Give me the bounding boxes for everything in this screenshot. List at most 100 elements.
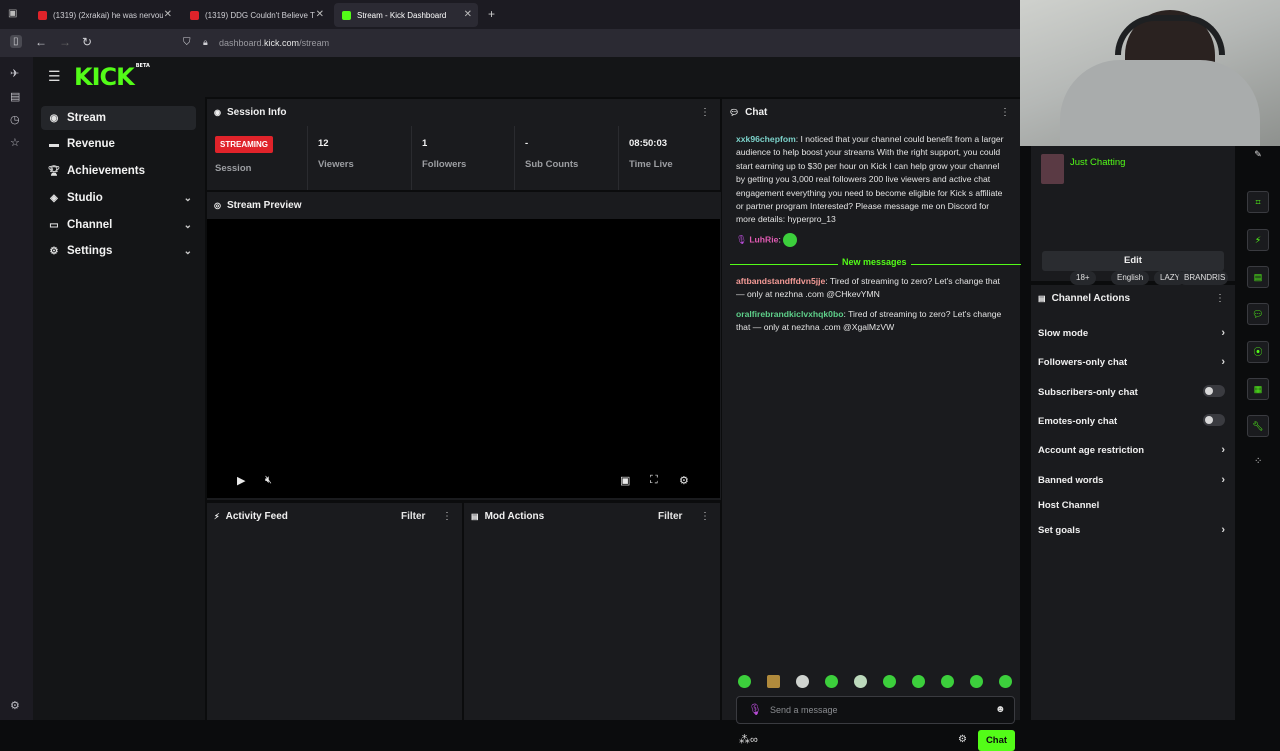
browser-tab-2[interactable]: (1319) DDG Couldn't Believe Th ✕ [182,3,330,27]
panel-title: Chat [745,107,768,118]
browser-tab-1[interactable]: (1319) (2xrakai) he was nervous ✕ [30,3,178,27]
sidebar-item-settings[interactable]: ⚙ Settings ⌄ [41,239,196,263]
mute-icon[interactable]: 🔇︎ [265,474,272,487]
emote-icon[interactable] [767,675,780,688]
youtube-favicon-icon [190,10,199,20]
fullscreen-icon[interactable]: ⛶ [650,474,658,487]
stream-tag[interactable]: English [1111,271,1150,285]
chat-username[interactable]: xxk96chepfom [736,134,796,144]
channel-action-set-goals[interactable]: Set goals › [1038,524,1225,536]
close-tab-icon[interactable]: ✕ [464,9,472,20]
sidebar-item-stream[interactable]: ◉ Stream [41,106,196,130]
category-thumbnail [1041,154,1064,184]
emote-icon[interactable] [738,675,751,688]
close-tab-icon[interactable]: ✕ [164,9,172,20]
chat-badges-icon[interactable]: ⁂∞ [739,733,758,746]
theater-mode-icon[interactable]: ▣ [620,474,630,487]
pencil-icon[interactable]: ✎ [1247,144,1269,166]
stat-label: Session [215,163,252,174]
sidebar-item-studio[interactable]: ◈ Studio ⌄ [41,186,196,210]
more-options-icon[interactable]: ⋮ [1215,293,1225,304]
more-options-icon[interactable]: ⋮ [1000,107,1010,118]
star-icon[interactable]: ☆ [10,136,20,149]
emote-icon[interactable] [825,675,838,688]
sidebar-item-label: Stream [67,112,106,124]
mod-actions-panel: ▤ Mod Actions Filter ⋮ [464,503,720,720]
gear-icon[interactable]: ⚙ [958,734,967,745]
mic-icon[interactable]: 🎙︎ [748,703,762,716]
channel-action-emotes-only: Emotes-only chat [1038,414,1225,427]
sidebar-item-label: Channel [67,219,113,231]
close-tab-icon[interactable]: ✕ [316,9,324,20]
more-options-icon[interactable]: ⋮ [442,511,452,522]
emote-icon[interactable] [796,675,809,688]
filter-button[interactable]: Filter [401,511,425,522]
lightning-icon: ⚡︎ [214,512,220,521]
chevron-right-icon: › [1221,524,1225,536]
apps-icon[interactable]: ⁘ [1254,456,1262,467]
subscribers-only-toggle[interactable] [1203,385,1225,397]
emotes-only-toggle[interactable] [1203,414,1225,426]
category-link[interactable]: Just Chatting [1070,157,1125,168]
chat-username[interactable]: aftbandstandffdvn5jje [736,276,825,286]
more-options-icon[interactable]: ⋮ [700,107,710,118]
filter-button[interactable]: Filter [658,511,682,522]
more-options-icon[interactable]: ⋮ [700,511,710,522]
back-arrow-icon[interactable]: ← [35,35,47,49]
emote-icon[interactable] [883,675,896,688]
send-chat-button[interactable]: Chat [978,730,1015,751]
chat-message: aftbandstandffdvn5jje: Tired of streamin… [736,276,1000,300]
new-tab-icon[interactable]: + [488,7,495,21]
url-bar[interactable]: dashboard.kick.com/stream [219,38,329,48]
browser-tab-3[interactable]: Stream - Kick Dashboard ✕ [334,3,478,27]
lightning-icon[interactable]: ⚡︎ [1247,229,1269,251]
screenshot-icon[interactable]: ⌗ [1247,191,1269,213]
youtube-favicon-icon [38,10,47,20]
kick-logo[interactable]: KICK BETA [74,63,150,91]
emoji-icon[interactable]: ☻ [995,704,1006,715]
sidebar-toggle-icon[interactable]: ▯ [10,35,22,48]
channel-action-slow-mode[interactable]: Slow mode › [1038,327,1225,339]
chat-username[interactable]: oralfirebrandkiclvxhqk0bo [736,309,843,319]
sidebar-item-revenue[interactable]: ▬ Revenue [41,132,196,156]
sidebar-item-achievements[interactable]: 🏆︎ Achievements [41,159,196,183]
history-icon[interactable]: ◷ [10,113,20,126]
hamburger-menu-icon[interactable]: ☰ [48,68,61,85]
new-messages-divider[interactable]: New messages [730,257,1021,267]
settings-icon[interactable]: ⚙ [10,699,20,712]
shield-icon[interactable]: ⛉ [183,37,191,48]
emote-icon[interactable] [854,675,867,688]
emote-icon[interactable] [970,675,983,688]
emote-icon[interactable] [999,675,1012,688]
edit-button[interactable]: Edit [1042,251,1224,271]
emote-icon[interactable] [941,675,954,688]
document-icon[interactable]: ▤ [1247,266,1269,288]
chat-bubble-icon[interactable]: 💬︎ [1247,303,1269,325]
tab-title: Stream - Kick Dashboard [357,10,447,20]
stream-tag[interactable]: 18+ [1070,271,1096,285]
forward-arrow-icon[interactable]: → [59,35,71,49]
channel-action-followers-only[interactable]: Followers-only chat › [1038,356,1225,368]
tab-list-icon[interactable]: ▣ [8,8,17,19]
extensions-icon[interactable]: ✈ [10,67,19,80]
stream-tag[interactable]: BRANDRIS [1178,271,1228,285]
chevron-right-icon: › [1221,327,1225,339]
channel-action-account-age[interactable]: Account age restriction › [1038,444,1225,456]
chevron-right-icon: › [1221,356,1225,368]
sidebar-item-channel[interactable]: ▭ Channel ⌄ [41,213,196,237]
browser-sidebar: ✈ ▤ ◷ ☆ ⚙ [0,57,33,720]
video-player[interactable] [207,219,720,498]
chat-username[interactable]: LuhRie [749,234,778,244]
wrench-icon[interactable]: 🔧︎ [1247,415,1269,437]
panel-title: Stream Preview [226,200,302,211]
play-icon[interactable]: ▶ [237,474,245,487]
channel-action-host-channel[interactable]: Host Channel [1038,500,1225,511]
chevron-right-icon: › [1221,444,1225,456]
broadcast-icon[interactable]: ⦿ [1247,341,1269,363]
channel-action-banned-words[interactable]: Banned words › [1038,474,1225,486]
bookmarks-icon[interactable]: ▤ [10,90,20,103]
gear-icon[interactable]: ⚙ [679,474,689,487]
layout-icon[interactable]: ▦ [1247,378,1269,400]
emote-icon[interactable] [912,675,925,688]
reload-icon[interactable]: ↻ [82,35,92,49]
